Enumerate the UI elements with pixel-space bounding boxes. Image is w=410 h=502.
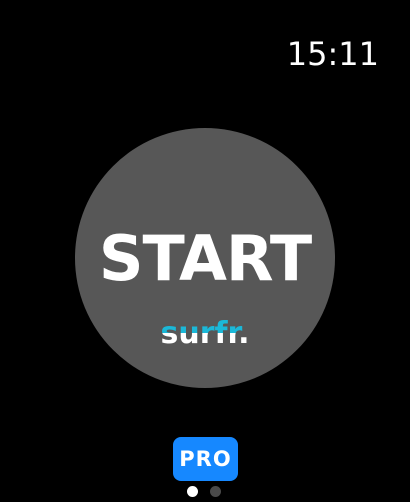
page-dot-inactive [210, 486, 221, 497]
surfr-logo: surfr. surfr. [75, 314, 335, 350]
pro-button[interactable]: PRO [173, 437, 238, 481]
start-button[interactable]: START surfr. surfr. [75, 128, 335, 388]
start-label: START [98, 222, 312, 295]
pro-label: PRO [179, 447, 232, 471]
clock-time: 15:11 [286, 35, 379, 73]
watch-screen: 15:11 START surfr. surfr. PRO [0, 0, 410, 502]
page-indicator [187, 486, 225, 498]
page-dot-active [187, 486, 198, 497]
surfr-logo-graphic: surfr. surfr. [161, 316, 250, 350]
